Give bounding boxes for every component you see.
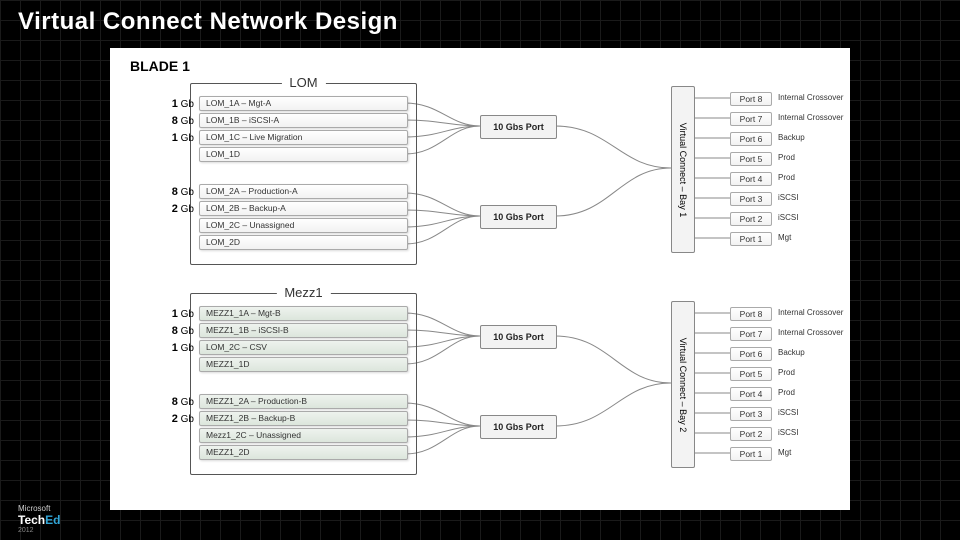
port-label: LOM_2B – Backup-A <box>199 201 408 216</box>
port-label: MEZZ1_1A – Mgt-B <box>199 306 408 321</box>
ext-port: Port 8 <box>730 307 772 321</box>
ext-uplink: Mgt <box>778 447 791 459</box>
port-row: 8 GbLOM_2A – Production-A <box>199 184 408 199</box>
port-row: LOM_2D <box>199 235 408 250</box>
network-diagram: BLADE 1 LOM 1 GbLOM_1A <box>110 48 850 510</box>
port-label: MEZZ1_2B – Backup-B <box>199 411 408 426</box>
port-row: LOM_2C – Unassigned <box>199 218 408 233</box>
ext-uplink: Prod <box>778 172 795 184</box>
vc-module-bay1: Virtual Connect – Bay 1 <box>671 86 695 253</box>
port-row: Mezz1_2C – Unassigned <box>199 428 408 443</box>
brand-microsoft: Microsoft <box>18 504 50 513</box>
ext-port: Port 2 <box>730 427 772 441</box>
ext-uplink: Internal Crossover <box>778 327 843 339</box>
ext-port: Port 4 <box>730 172 772 186</box>
ext-uplink: iSCSI <box>778 192 798 204</box>
ext-port: Port 2 <box>730 212 772 226</box>
ext-port: Port 4 <box>730 387 772 401</box>
ext-port: Port 5 <box>730 152 772 166</box>
port-label: LOM_1D <box>199 147 408 162</box>
port-row: 8 GbMEZZ1_2A – Production-B <box>199 394 408 409</box>
port-label: MEZZ1_2A – Production-B <box>199 394 408 409</box>
ext-uplink: Backup <box>778 132 805 144</box>
agg-port: 10 Gbs Port <box>480 415 557 439</box>
port-label: LOM_1A – Mgt-A <box>199 96 408 111</box>
ext-port: Port 1 <box>730 232 772 246</box>
ext-uplink: Internal Crossover <box>778 112 843 124</box>
port-row: MEZZ1_1D <box>199 357 408 372</box>
brand-year: 2012 <box>18 527 60 534</box>
port-row: 8 GbMEZZ1_1B – iSCSI-B <box>199 323 408 338</box>
ext-uplink: Mgt <box>778 232 791 244</box>
ext-port: Port 7 <box>730 327 772 341</box>
ext-port: Port 8 <box>730 92 772 106</box>
agg-port: 10 Gbs Port <box>480 115 557 139</box>
port-label: MEZZ1_1B – iSCSI-B <box>199 323 408 338</box>
ext-port: Port 5 <box>730 367 772 381</box>
port-row: 1 GbLOM_2C – CSV <box>199 340 408 355</box>
ext-uplink: iSCSI <box>778 407 798 419</box>
agg-port: 10 Gbs Port <box>480 325 557 349</box>
ext-port: Port 6 <box>730 132 772 146</box>
ext-uplink: Prod <box>778 367 795 379</box>
port-label: LOM_1C – Live Migration <box>199 130 408 145</box>
port-row: 8 GbLOM_1B – iSCSI-A <box>199 113 408 128</box>
ext-uplink: Prod <box>778 152 795 164</box>
ext-uplink: Prod <box>778 387 795 399</box>
nic-title: Mezz1 <box>276 285 330 300</box>
port-label: MEZZ1_2D <box>199 445 408 460</box>
port-label: LOM_2C – Unassigned <box>199 218 408 233</box>
agg-port: 10 Gbs Port <box>480 205 557 229</box>
port-label: Mezz1_2C – Unassigned <box>199 428 408 443</box>
port-row: 2 GbMEZZ1_2B – Backup-B <box>199 411 408 426</box>
ext-uplink: iSCSI <box>778 427 798 439</box>
port-row: 1 GbMEZZ1_1A – Mgt-B <box>199 306 408 321</box>
vc-label: Virtual Connect – Bay 2 <box>678 337 688 431</box>
port-row: 1 GbLOM_1A – Mgt-A <box>199 96 408 111</box>
port-label: LOM_2D <box>199 235 408 250</box>
ext-port: Port 1 <box>730 447 772 461</box>
ext-port: Port 7 <box>730 112 772 126</box>
ext-uplink: Backup <box>778 347 805 359</box>
port-row: LOM_1D <box>199 147 408 162</box>
ext-uplink: Internal Crossover <box>778 307 843 319</box>
nic-box-lom: LOM 1 GbLOM_1A – Mgt-A 8 GbLOM_1B – iSCS… <box>190 83 417 265</box>
port-label: LOM_1B – iSCSI-A <box>199 113 408 128</box>
slide-title: Virtual Connect Network Design <box>18 8 398 36</box>
port-row: MEZZ1_2D <box>199 445 408 460</box>
blade-label: BLADE 1 <box>130 58 190 74</box>
ext-port: Port 6 <box>730 347 772 361</box>
port-label: MEZZ1_1D <box>199 357 408 372</box>
ext-port: Port 3 <box>730 407 772 421</box>
vc-module-bay2: Virtual Connect – Bay 2 <box>671 301 695 468</box>
vc-label: Virtual Connect – Bay 1 <box>678 122 688 216</box>
ext-port: Port 3 <box>730 192 772 206</box>
ext-uplink: Internal Crossover <box>778 92 843 104</box>
port-label: LOM_2A – Production-A <box>199 184 408 199</box>
nic-title: LOM <box>281 75 325 90</box>
ext-uplink: iSCSI <box>778 212 798 224</box>
footer-brand: Microsoft TechEd 2012 <box>18 503 60 534</box>
port-row: 2 GbLOM_2B – Backup-A <box>199 201 408 216</box>
port-row: 1 GbLOM_1C – Live Migration <box>199 130 408 145</box>
port-label: LOM_2C – CSV <box>199 340 408 355</box>
nic-box-mezz1: Mezz1 1 GbMEZZ1_1A – Mgt-B 8 GbMEZZ1_1B … <box>190 293 417 475</box>
